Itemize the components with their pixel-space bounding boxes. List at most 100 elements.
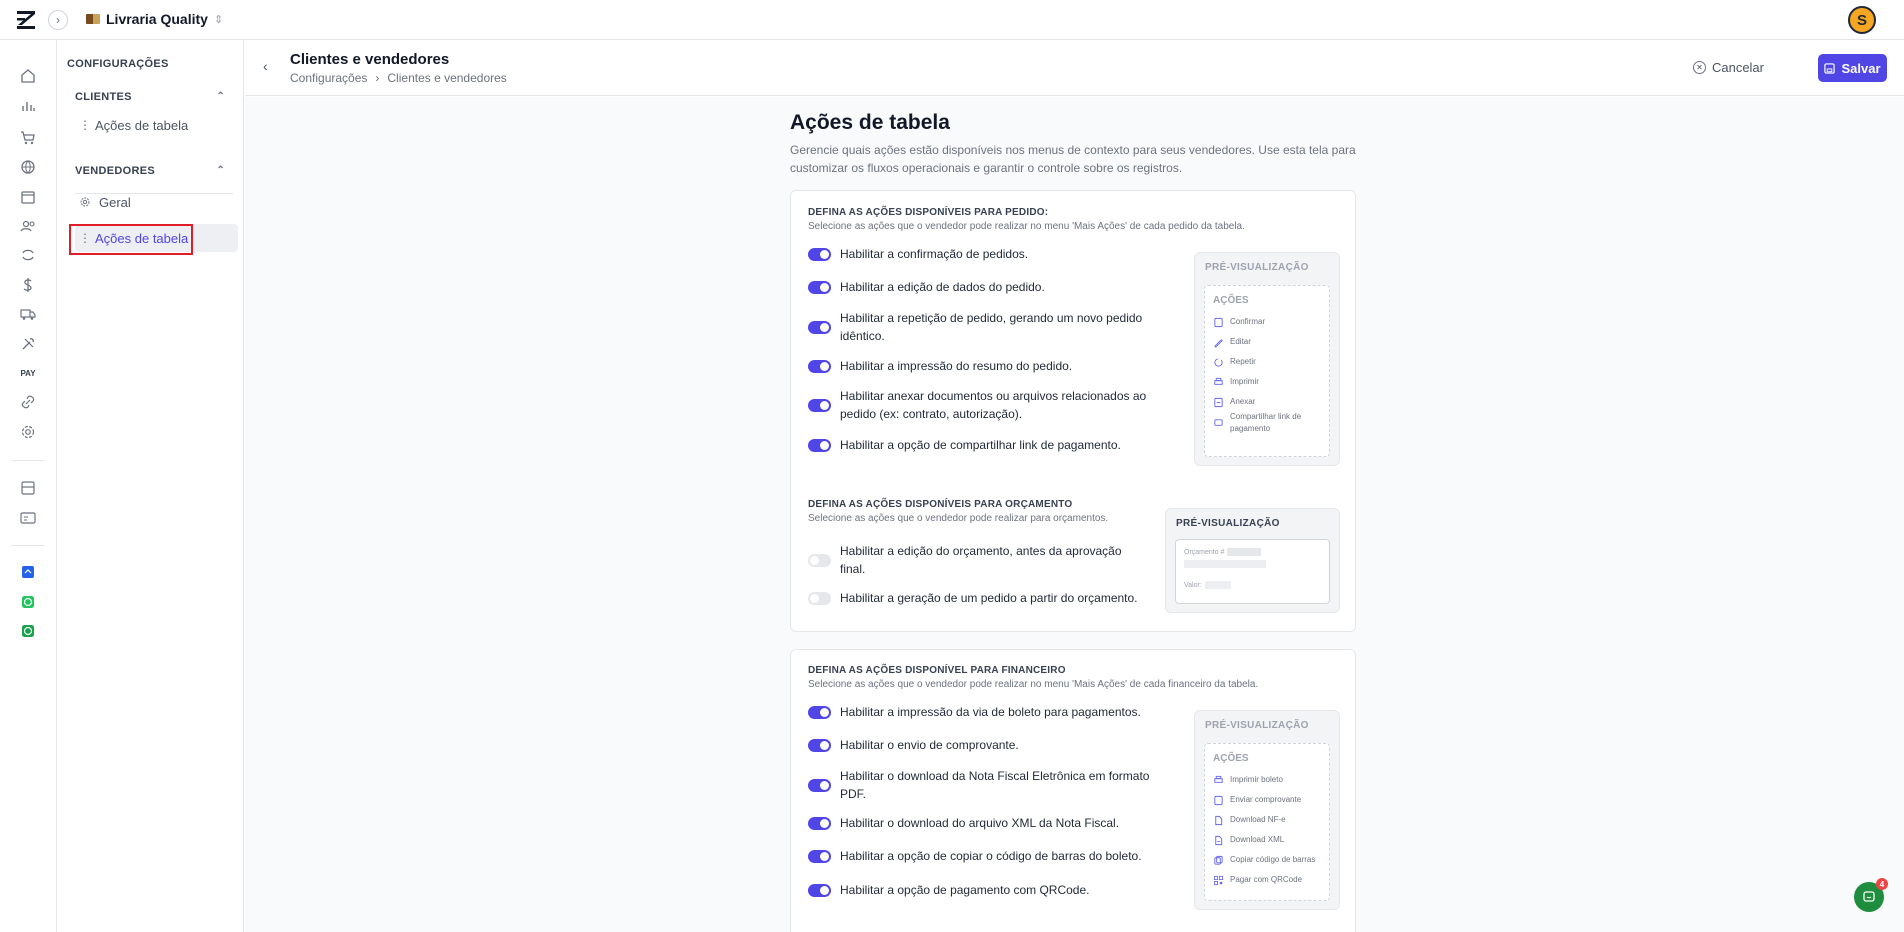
link-icon[interactable] [19,393,37,411]
users-icon[interactable] [19,217,37,235]
toggle-switch[interactable] [808,280,831,294]
intro: Ações de tabela Gerencie quais ações est… [790,111,1370,177]
app-blue-icon[interactable] [19,563,37,581]
preview-orcamento: PRÉ-VISUALIZAÇÃO Orçamento # Valor: [1165,508,1340,613]
preview-item-label: Confirmar [1230,317,1266,326]
description-line: Gerencie quais ações estão disponíveis n… [790,143,1356,157]
home-icon[interactable] [19,67,37,85]
cancel-button[interactable]: ✕ Cancelar [1692,60,1764,75]
toggle-switch[interactable] [808,320,831,334]
exchange-icon[interactable] [19,246,37,264]
preview-pedido: PRÉ-VISUALIZAÇÃO AÇÕES Confirmar Editar … [1194,252,1340,466]
option-row: Habilitar a confirmação de pedidos. [808,245,1168,263]
breadcrumb: Configurações › Clientes e vendedores [290,71,507,85]
preview-title: PRÉ-VISUALIZAÇÃO [1205,720,1309,731]
save-button[interactable]: Salvar [1818,54,1887,82]
section-vendedores-header[interactable]: VENDEDORES ⌃ [75,165,225,177]
preview-item-label: Anexar [1230,397,1256,406]
toggle-switch[interactable] [808,359,831,373]
preview-item: Download NF-e [1213,814,1286,826]
toggle-switch[interactable] [808,883,831,897]
preview-item: Enviar comprovante [1213,794,1301,806]
option-row: Habilitar a repetição de pedido, gerando… [808,309,1168,345]
preview-financeiro: PRÉ-VISUALIZAÇÃO AÇÕES Imprimir boleto E… [1194,710,1340,910]
preview-item: Confirmar [1213,316,1265,328]
preview-heading: AÇÕES [1213,753,1249,764]
preview-item: Compartilhar link de pagamento [1213,411,1303,435]
tools-icon[interactable] [19,335,37,353]
placeholder-bar [1204,581,1231,589]
option-label: Habilitar a edição de dados do pedido. [840,280,1045,294]
chart-icon[interactable] [19,97,37,115]
gear-icon[interactable] [19,423,37,441]
truck-icon[interactable] [19,305,37,323]
toggle-switch[interactable] [808,705,831,719]
dollar-icon[interactable] [19,276,37,294]
app-logo-icon[interactable] [16,9,38,31]
expand-sidebar-button[interactable]: › [48,10,68,30]
toggle-switch[interactable] [808,553,831,567]
option-label: Habilitar o download da Nota Fiscal Elet… [840,769,1150,801]
option-row: Habilitar a opção de pagamento com QRCod… [808,881,1168,899]
chevron-up-icon[interactable]: ⌃ [216,165,225,177]
preview-item-label: Download XML [1230,835,1285,844]
preview-item: Imprimir boleto [1213,774,1283,786]
section-clientes-header[interactable]: CLIENTES ⌃ [75,91,225,103]
pay-icon[interactable]: PAY [19,364,37,382]
whatsapp-icon-2[interactable] [19,622,37,640]
placeholder-bar [1184,560,1266,568]
box-icon[interactable] [19,188,37,206]
preview-item-label: Editar [1230,337,1251,346]
copy-icon [1214,855,1223,865]
preview-item-label: Imprimir boleto [1230,775,1283,784]
preview-item-label: Copiar código de barras [1230,855,1316,864]
store-selector[interactable]: Livraria Quality ⇕ [86,11,223,27]
whatsapp-icon[interactable] [19,593,37,611]
panel-icon[interactable] [19,479,37,497]
preview-item-label: Enviar comprovante [1230,795,1302,804]
store-logo-icon [86,14,100,24]
sidebar-item-label: Geral [99,194,131,210]
preview-item: Imprimir [1213,376,1259,388]
preview-menu: AÇÕES Imprimir boleto Enviar comprovante… [1204,743,1330,901]
toggle-switch[interactable] [808,438,831,452]
option-row: Habilitar anexar documentos ou arquivos … [808,387,1168,423]
preview-menu: AÇÕES Confirmar Editar Repetir Imprimir … [1204,285,1330,457]
section-financeiro-title: DEFINA AS AÇÕES DISPONÍVEL PARA FINANCEI… [808,665,1066,676]
preview-valor-row: Valor: [1184,581,1231,589]
toggle-switch[interactable] [808,849,831,863]
section-pedido-subtitle: Selecione as ações que o vendedor pode r… [808,221,1245,232]
preview-item: Download XML [1213,834,1284,846]
gear-icon [80,197,90,207]
toggle-switch[interactable] [808,778,831,792]
toggle-switch[interactable] [808,247,831,261]
option-label: Habilitar a opção de compartilhar link d… [840,438,1121,452]
sidebar-item-clientes-acoes[interactable]: ⋮ Ações de tabela [75,111,235,139]
back-button[interactable]: ‹ [263,58,268,74]
chevron-up-icon[interactable]: ⌃ [216,91,225,103]
avatar[interactable]: S [1848,6,1876,34]
globe-icon[interactable] [19,158,37,176]
description-line: customizar os fluxos operacionais e gara… [790,161,1183,175]
option-label: Habilitar a geração de um pedido a parti… [840,591,1138,605]
sidebar-item-vendedores-geral[interactable]: Geral [75,188,235,216]
cart-icon[interactable] [19,129,37,147]
toggle-switch[interactable] [808,816,831,830]
toggle-switch[interactable] [808,738,831,752]
preview-item: Pagar com QRCode [1213,874,1302,886]
toggle-switch[interactable] [808,591,831,605]
card-icon[interactable] [19,509,37,527]
breadcrumb-item-configuracoes[interactable]: Configurações [290,71,367,85]
breadcrumb-item-current: Clientes e vendedores [387,71,507,85]
option-label: Habilitar a impressão da via de boleto p… [840,705,1141,719]
chat-button[interactable]: 4 [1854,878,1888,912]
file-xml-icon [1215,835,1223,845]
option-label: Habilitar o download do arquivo XML da N… [840,816,1120,830]
preview-item: Copiar código de barras [1213,854,1315,866]
option-row: Habilitar a geração de um pedido a parti… [808,589,1168,607]
preview-title: PRÉ-VISUALIZAÇÃO [1205,262,1309,273]
chevron-updown-icon: ⇕ [213,13,224,26]
option-row: Habilitar a edição de dados do pedido. [808,278,1168,296]
toggle-switch[interactable] [808,398,831,412]
preview-item-label: Pagar com QRCode [1230,875,1303,884]
